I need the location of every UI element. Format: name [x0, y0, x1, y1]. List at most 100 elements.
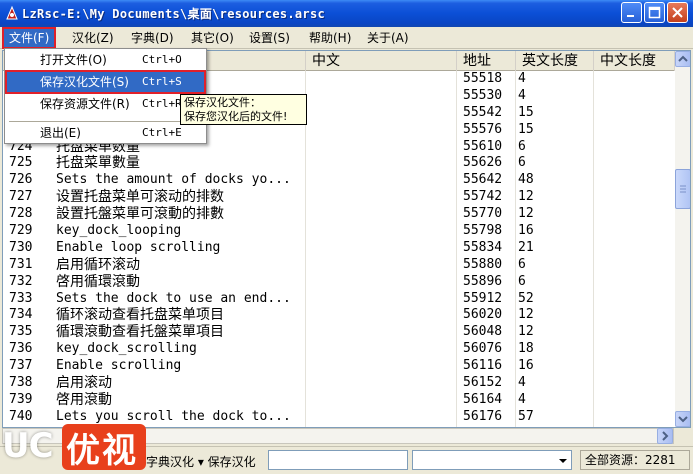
status-select[interactable]	[412, 450, 572, 470]
window-title: LzRsc-E:\My Documents\桌面\resources.arsc	[22, 7, 326, 21]
row-en-length: 4	[518, 71, 526, 86]
uc-logo: UC 优视	[0, 420, 148, 474]
row-en-length: 4	[518, 375, 526, 391]
table-row[interactable]: 736 key_dock_scrolling 56076 18	[3, 341, 675, 358]
menu-save-localized[interactable]: 保存汉化文件(S) Ctrl+S	[5, 70, 206, 94]
tooltip: 保存汉化文件： 保存您汉化后的文件!	[180, 94, 307, 125]
table-row[interactable]: 726 Sets the amount of docks yo... 55642 48	[3, 172, 675, 189]
title-bar: LzRsc-E:\My Documents\桌面\resources.arsc	[0, 0, 693, 27]
menu-file[interactable]: 文件(F)	[1, 27, 57, 49]
row-address: 56176	[463, 408, 503, 424]
table-row[interactable]: 738 启用滚动 56152 4	[3, 375, 675, 392]
row-en-length: 12	[518, 324, 534, 340]
row-text: 循環滾動查看托盤菜單項目	[56, 324, 224, 341]
row-address: 55742	[463, 189, 503, 205]
row-index: 735	[9, 324, 33, 340]
menu-dictionary[interactable]: 字典(D)	[126, 29, 179, 47]
scroll-up-button[interactable]	[675, 51, 690, 67]
file-menu-dropdown: 打开文件(O) Ctrl+O 保存汉化文件(S) Ctrl+S 保存资源文件(R…	[4, 48, 207, 144]
table-row[interactable]: 737 Enable scrolling 56116 16	[3, 358, 675, 375]
row-en-length: 12	[518, 189, 534, 205]
row-text: 设置托盘菜单可滚动的排数	[56, 189, 224, 206]
menu-help[interactable]: 帮助(H)	[304, 29, 356, 47]
table-row[interactable]: 729 key_dock_looping 55798 16	[3, 223, 675, 240]
table-row[interactable]: 730 Enable loop scrolling 55834 21	[3, 240, 675, 257]
row-en-length: 16	[518, 358, 534, 374]
row-en-length: 4	[518, 391, 526, 407]
header-en-length[interactable]: 英文长度	[516, 51, 594, 71]
table-row[interactable]: 727 设置托盘菜单可滚动的排数 55742 12	[3, 189, 675, 206]
minimize-icon	[627, 15, 634, 17]
menu-separator	[9, 121, 202, 122]
row-address: 55896	[463, 273, 503, 289]
row-en-length: 6	[518, 256, 526, 272]
row-index: 737	[9, 358, 33, 374]
status-input[interactable]	[268, 450, 408, 470]
row-index: 731	[9, 256, 33, 272]
table-row[interactable]: 735 循環滾動查看托盤菜單項目 56048 12	[3, 324, 675, 341]
row-address: 55912	[463, 290, 503, 306]
row-address: 55798	[463, 223, 503, 239]
menu-other[interactable]: 其它(O)	[186, 29, 239, 47]
row-en-length: 57	[518, 408, 534, 424]
menu-item-label: 保存资源文件(R)	[40, 97, 130, 111]
menu-localize[interactable]: 汉化(Z)	[67, 29, 119, 47]
tooltip-line: 保存您汉化后的文件!	[184, 110, 288, 123]
row-en-length: 15	[518, 121, 534, 137]
row-address: 55770	[463, 206, 503, 222]
row-index: 734	[9, 307, 33, 323]
menu-item-shortcut: Ctrl+S	[142, 75, 182, 88]
maximize-button[interactable]	[644, 2, 665, 23]
table-row[interactable]: 731 启用循环滚动 55880 6	[3, 257, 675, 274]
tooltip-line: 保存汉化文件：	[184, 96, 261, 109]
row-en-length: 16	[518, 223, 534, 239]
row-address: 55530	[463, 87, 503, 103]
menu-exit[interactable]: 退出(E) Ctrl+E	[7, 123, 204, 143]
row-index: 726	[9, 172, 33, 188]
close-button[interactable]	[667, 2, 688, 23]
scroll-right-button[interactable]	[657, 428, 673, 444]
row-address: 55880	[463, 256, 503, 272]
row-address: 55576	[463, 121, 503, 137]
row-en-length: 18	[518, 341, 534, 357]
menu-about[interactable]: 关于(A)	[362, 29, 414, 47]
row-text: 循环滚动查看托盘菜单项目	[56, 307, 224, 324]
header-cn-length[interactable]: 中文长度	[594, 51, 675, 71]
logo-uc-text: UC	[2, 426, 54, 466]
header-address[interactable]: 地址	[457, 51, 516, 71]
row-address: 55642	[463, 172, 503, 188]
row-en-length: 6	[518, 155, 526, 171]
row-text: 設置托盤菜單可滾動的排數	[56, 206, 224, 223]
row-text: 启用滚动	[56, 375, 112, 392]
menu-save-resource[interactable]: 保存资源文件(R) Ctrl+R	[7, 94, 204, 114]
vertical-scrollbar[interactable]	[675, 51, 690, 427]
menu-open-file[interactable]: 打开文件(O) Ctrl+O	[7, 50, 204, 70]
table-row[interactable]: 725 托盘菜單數量 55626 6	[3, 155, 675, 172]
row-address: 56020	[463, 307, 503, 323]
chevron-right-icon	[662, 431, 669, 441]
status-actions[interactable]: 字典汉化 ▾ 保存汉化	[146, 453, 256, 470]
row-text: 啓用循環滾動	[56, 273, 140, 290]
maximize-icon	[648, 6, 661, 19]
row-text: Enable loop scrolling	[56, 239, 221, 255]
table-row[interactable]: 739 啓用滾動 56164 4	[3, 392, 675, 409]
header-text[interactable]: 中文	[306, 51, 457, 71]
total-resources: 全部资源：2281	[580, 450, 690, 470]
row-text: key_dock_looping	[56, 223, 182, 239]
table-row[interactable]: 733 Sets the dock to use an end... 55912 52	[3, 291, 675, 308]
menu-item-label: 保存汉化文件(S)	[40, 75, 129, 89]
row-index: 728	[9, 206, 33, 222]
row-en-length: 6	[518, 138, 526, 154]
row-address: 56164	[463, 391, 503, 407]
menu-item-shortcut: Ctrl+E	[142, 126, 182, 139]
grip-icon	[680, 185, 686, 193]
minimize-button[interactable]	[621, 2, 642, 23]
table-row[interactable]: 728 設置托盤菜單可滾動的排數 55770 12	[3, 206, 675, 223]
scroll-thumb[interactable]	[675, 169, 690, 209]
row-address: 55610	[463, 138, 503, 154]
table-row[interactable]: 732 啓用循環滾動 55896 6	[3, 274, 675, 291]
scroll-down-button[interactable]	[675, 411, 690, 427]
row-text: Enable scrolling	[56, 358, 182, 374]
table-row[interactable]: 734 循环滚动查看托盘菜单项目 56020 12	[3, 307, 675, 324]
menu-settings[interactable]: 设置(S)	[244, 29, 295, 47]
